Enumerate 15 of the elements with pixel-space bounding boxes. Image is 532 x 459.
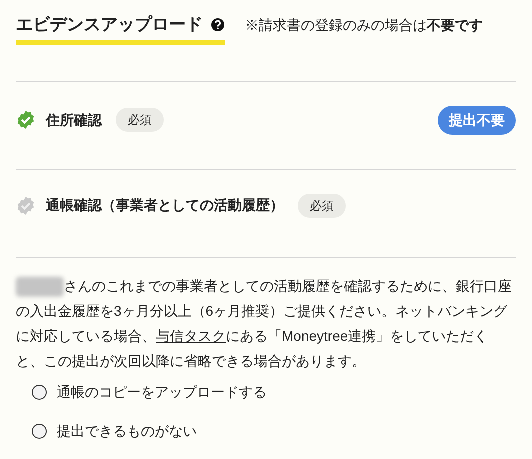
required-tag: 必須	[298, 194, 346, 218]
help-icon[interactable]	[211, 18, 225, 32]
radio-button[interactable]	[32, 384, 47, 400]
item-label: 通帳確認（事業者としての活動履歴）	[46, 196, 284, 215]
section-title: エビデンスアップロード	[16, 14, 203, 36]
redacted-name	[16, 276, 64, 297]
option-label: 通帳のコピーをアップロードする	[57, 382, 267, 402]
description-text: さんのこれまでの事業者としての活動履歴を確認するために、銀行口座の入出金履歴を3ヶ月分以上（6ヶ月推奨）ご提供ください。ネットバンキングに対応している場合、与信タスク にある「Moneytree連携」をしていただくと、この提出が次回以降に省略できる場合があります。	[16, 276, 513, 370]
credit-task-link[interactable]: 与信タスク	[156, 328, 226, 344]
not-required-button[interactable]: 提出不要	[438, 106, 516, 134]
item-label: 住所確認	[46, 110, 102, 130]
radio-button[interactable]	[32, 424, 47, 438]
required-tag: 必須	[116, 108, 164, 132]
note-text: ※請求書の登録のみの場合は不要です	[245, 16, 483, 35]
option-label: 提出できるものがない	[57, 422, 197, 440]
